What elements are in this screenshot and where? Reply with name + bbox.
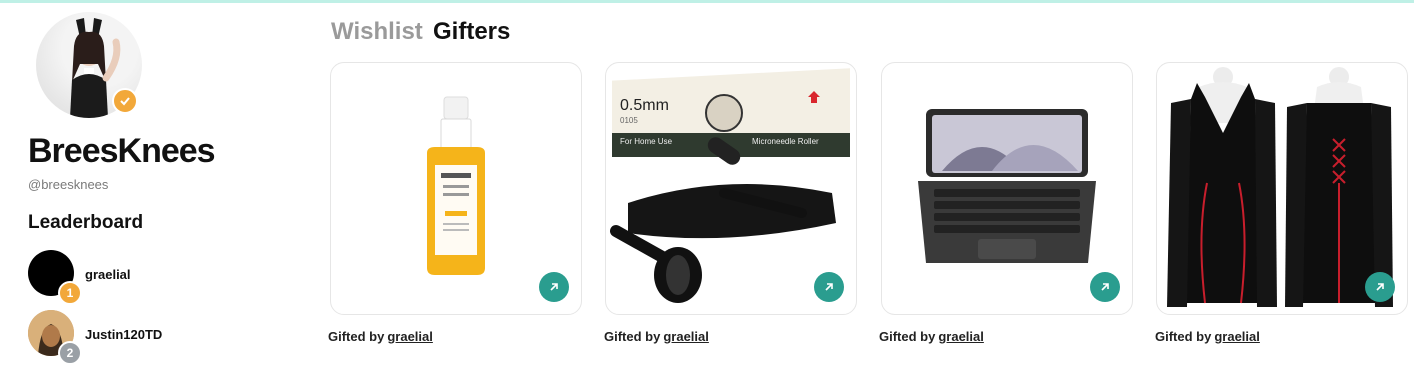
- leaderboard-name: Justin120TD: [85, 327, 163, 342]
- box-code-text: 0105: [620, 116, 638, 125]
- gift-card[interactable]: [881, 62, 1133, 315]
- leaderboard-title: Leaderboard: [28, 212, 144, 233]
- gift-card[interactable]: [1156, 62, 1408, 315]
- gift-card[interactable]: [330, 62, 582, 315]
- gifted-by-caption: Gifted by graelial: [879, 329, 984, 344]
- tab-gifters[interactable]: Gifters: [433, 18, 510, 46]
- profile-display-name: BreesKnees: [28, 132, 216, 170]
- gifter-link[interactable]: graelial: [1214, 329, 1260, 344]
- arrow-up-right-icon: [550, 283, 558, 291]
- leaderboard-name: graelial: [85, 267, 131, 282]
- box-size-text: 0.5mm: [620, 97, 669, 114]
- open-link-button[interactable]: [814, 272, 844, 302]
- verified-badge-icon: [112, 88, 138, 114]
- gifted-by-caption: Gifted by graelial: [604, 329, 709, 344]
- open-link-button[interactable]: [1090, 272, 1120, 302]
- gift-card[interactable]: 0.5mm 0105 For Home Use Microneedle Roll…: [605, 62, 857, 315]
- gifted-by-caption: Gifted by graelial: [328, 329, 433, 344]
- gifted-by-label: Gifted by: [328, 329, 385, 344]
- gifted-by-label: Gifted by: [879, 329, 936, 344]
- top-accent-bar: [0, 0, 1414, 3]
- gifted-by-caption: Gifted by graelial: [1155, 329, 1260, 344]
- box-right-text: Microneedle Roller: [752, 137, 819, 146]
- leaderboard-entry[interactable]: 1 graelial: [28, 250, 248, 305]
- gifter-link[interactable]: graelial: [387, 329, 433, 344]
- arrow-up-right-icon: [1376, 283, 1384, 291]
- rank-badge: 1: [58, 281, 82, 305]
- open-link-button[interactable]: [1365, 272, 1395, 302]
- gifted-by-label: Gifted by: [604, 329, 661, 344]
- arrow-up-right-icon: [1101, 283, 1109, 291]
- arrow-up-right-icon: [825, 283, 833, 291]
- open-link-button[interactable]: [539, 272, 569, 302]
- tab-wishlist[interactable]: Wishlist: [331, 18, 423, 46]
- rank-badge: 2: [58, 341, 82, 365]
- profile-handle: @breesknees: [28, 177, 109, 192]
- leaderboard-entry[interactable]: 2 Justin120TD: [28, 310, 248, 365]
- gifter-link[interactable]: graelial: [663, 329, 709, 344]
- gifted-by-label: Gifted by: [1155, 329, 1212, 344]
- gifter-link[interactable]: graelial: [938, 329, 984, 344]
- box-left-text: For Home Use: [620, 137, 673, 146]
- profile-avatar[interactable]: [36, 12, 142, 118]
